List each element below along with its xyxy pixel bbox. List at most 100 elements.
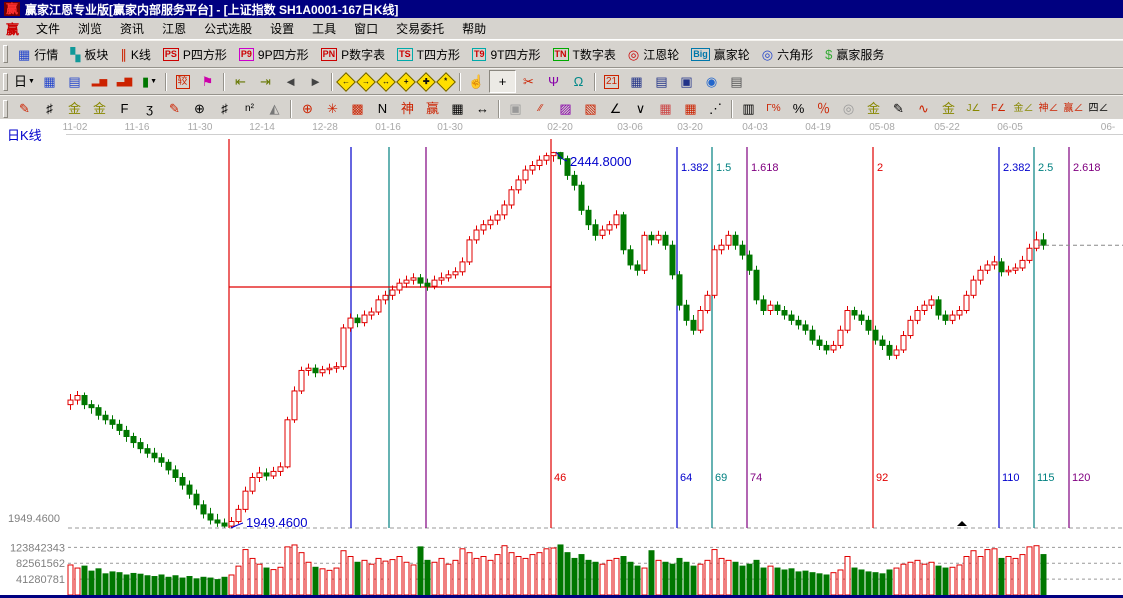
span-arrow-icon[interactable]: ↔ (470, 98, 495, 119)
period-day-icon-dropdown[interactable]: ▼ (28, 78, 35, 85)
ink-pen-icon[interactable]: ✎ (886, 98, 911, 119)
price-bars-icon[interactable]: ▥ (736, 98, 761, 119)
grid-large-icon[interactable]: ▦ (678, 98, 703, 119)
gann-web-icon[interactable]: ✳ (320, 98, 345, 119)
mdi-child-logo-icon[interactable]: 赢 (6, 19, 19, 38)
calculator-icon[interactable]: ▦ (624, 71, 649, 92)
gann-wheel-button[interactable]: ◎ 江恩轮 (622, 43, 685, 65)
magic-tool-icon[interactable]: Ψ (541, 71, 566, 92)
candle-type-icon[interactable]: ▮ ▼ (137, 71, 162, 92)
menu-item-browse[interactable]: 浏览 (69, 18, 111, 39)
quote-list-icon[interactable]: ▤ (62, 71, 87, 92)
bars-3-icon[interactable]: ▂▅ (87, 71, 112, 92)
gann-star2-icon[interactable]: * (436, 71, 456, 92)
notes-icon[interactable]: ▤ (649, 71, 674, 92)
winner-wheel-button[interactable]: Big 赢家轮 (685, 43, 756, 65)
percent-level-icon[interactable]: ％ (811, 98, 836, 119)
next-page-icon[interactable]: ► (303, 71, 328, 92)
web-icon[interactable]: ◉ (699, 71, 724, 92)
p-number-table-button[interactable]: PN P数字表 (315, 43, 392, 65)
gold-level-2-icon[interactable]: 金 (936, 98, 961, 119)
quotes-button[interactable]: ▦ 行情 (12, 43, 64, 65)
draw-pen-2-icon[interactable]: ✎ (162, 98, 187, 119)
time-circle-icon[interactable]: ⊕ (187, 98, 212, 119)
angle-lines-icon[interactable]: ∠ (603, 98, 628, 119)
number-grid-icon[interactable]: ▦ (445, 98, 470, 119)
menu-item-formula-picker[interactable]: 公式选股 (195, 18, 261, 39)
wave-tool-icon[interactable]: ∿ (911, 98, 936, 119)
flag-mark-icon[interactable]: ⚑ (195, 71, 220, 92)
shen-angle-icon[interactable]: 神∠ (1036, 98, 1061, 119)
menu-item-file[interactable]: 文件 (27, 18, 69, 39)
analyze-tool-icon[interactable]: Ω (566, 71, 591, 92)
crosshair-tool-icon[interactable]: + (489, 70, 516, 93)
gann-grid-icon[interactable]: ♯ (37, 98, 62, 119)
box-lines-red-icon[interactable]: ▧ (578, 98, 603, 119)
angle-ruler-icon[interactable]: ◭ (262, 98, 287, 119)
p-square-button[interactable]: PS P四方形 (157, 43, 233, 65)
spiral-icon[interactable]: ʒ (137, 98, 162, 119)
fan-red-icon[interactable]: ∕∕ (528, 98, 553, 119)
win-angle-icon[interactable]: 赢∠ (1061, 98, 1086, 119)
circle-cross-icon[interactable]: ⊕ (295, 98, 320, 119)
menu-item-info[interactable]: 资讯 (111, 18, 153, 39)
hash-grid-icon[interactable]: ♯ (212, 98, 237, 119)
gold-circle-icon[interactable]: ◎ (836, 98, 861, 119)
grid-small-icon[interactable]: ▦ (653, 98, 678, 119)
title-bar[interactable]: 赢 赢家江恩专业版[赢家内部服务平台] - [上证指数 SH1A0001-167… (0, 0, 1123, 18)
gann-box-icon[interactable]: ▩ (345, 98, 370, 119)
window-layout-icon[interactable]: ▦ (37, 71, 62, 92)
draw-pen-icon[interactable]: ✎ (12, 98, 37, 119)
shen-grid-icon[interactable]: 神 (395, 98, 420, 119)
measure-tool-icon[interactable]: ✂ (516, 71, 541, 92)
sectors-button[interactable]: ▚ 板块 (64, 43, 114, 65)
bars-9-icon[interactable]: ▃▆ (112, 71, 137, 92)
first-page-icon[interactable]: ⇤ (228, 71, 253, 92)
print-icon[interactable]: ▤ (724, 71, 749, 92)
candle-type-icon-dropdown[interactable]: ▼ (150, 78, 157, 85)
winner-service-button[interactable]: $ 赢家服务 (819, 43, 890, 65)
menu-item-settings[interactable]: 设置 (261, 18, 303, 39)
menu-item-tools[interactable]: 工具 (303, 18, 345, 39)
gold-angle-icon[interactable]: 金∠ (1011, 98, 1036, 119)
win-grid-icon[interactable]: 赢 (420, 98, 445, 119)
menu-item-gann[interactable]: 江恩 (153, 18, 195, 39)
percent-icon[interactable]: % (786, 98, 811, 119)
fan-box-purple-icon[interactable]: ▨ (553, 98, 578, 119)
parallel-lines-icon[interactable]: ⋰ (703, 98, 728, 119)
last-page-icon[interactable]: ⇥ (253, 71, 278, 92)
f-grid-icon[interactable]: F (112, 98, 137, 119)
gold-grid-icon[interactable]: 金 (62, 98, 87, 119)
calendar-icon[interactable]: 21 (599, 71, 624, 92)
n-square-icon[interactable]: n² (237, 98, 262, 119)
f-angle-icon[interactable]: F∠ (986, 98, 1011, 119)
candlestick-chart-canvas[interactable]: 11-02 11-16 11-30 12-14 12-28 01-16 01-30 02-20… (0, 119, 1123, 595)
gann-star-icon[interactable]: ✚ (416, 71, 436, 92)
chart-region[interactable]: 日K线 11-02 11-16 11-30 12-14 12-28 01-16 01-30 0… (0, 119, 1123, 595)
compare-icon[interactable]: 较 (170, 71, 195, 92)
menu-item-trade[interactable]: 交易委托 (387, 18, 453, 39)
gann-right-icon[interactable]: → (356, 71, 376, 92)
hand-tool-icon[interactable]: ☝ (464, 71, 489, 92)
v-lines-icon[interactable]: ∨ (628, 98, 653, 119)
percent-line-icon[interactable]: Γ% (761, 98, 786, 119)
h-marks-icon[interactable]: Ν (370, 98, 395, 119)
j-angle-icon[interactable]: J∠ (961, 98, 986, 119)
menu-item-help[interactable]: 帮助 (453, 18, 495, 39)
kline-button[interactable]: ∥ K线 (114, 43, 157, 65)
save-icon[interactable]: ▣ (674, 71, 699, 92)
gann-plus-icon[interactable]: + (396, 71, 416, 92)
hexagon-button[interactable]: ◎ 六角形 (756, 43, 819, 65)
four-angle-icon[interactable]: 四∠ (1086, 98, 1111, 119)
t-square-button[interactable]: TS T四方形 (391, 43, 466, 65)
box-tool-icon[interactable]: ▣ (503, 98, 528, 119)
9t-square-button[interactable]: T9 9T四方形 (466, 43, 547, 65)
period-day-icon[interactable]: 日 ▼ (12, 71, 37, 92)
gold-grid-2-icon[interactable]: 金 (87, 98, 112, 119)
gold-level-icon[interactable]: 金 (861, 98, 886, 119)
menu-item-window[interactable]: 窗口 (345, 18, 387, 39)
prev-page-icon[interactable]: ◄ (278, 71, 303, 92)
9p-square-button[interactable]: P9 9P四方形 (233, 43, 315, 65)
t-number-table-button[interactable]: TN T数字表 (547, 43, 622, 65)
gann-both-icon[interactable]: ↔ (376, 71, 396, 92)
